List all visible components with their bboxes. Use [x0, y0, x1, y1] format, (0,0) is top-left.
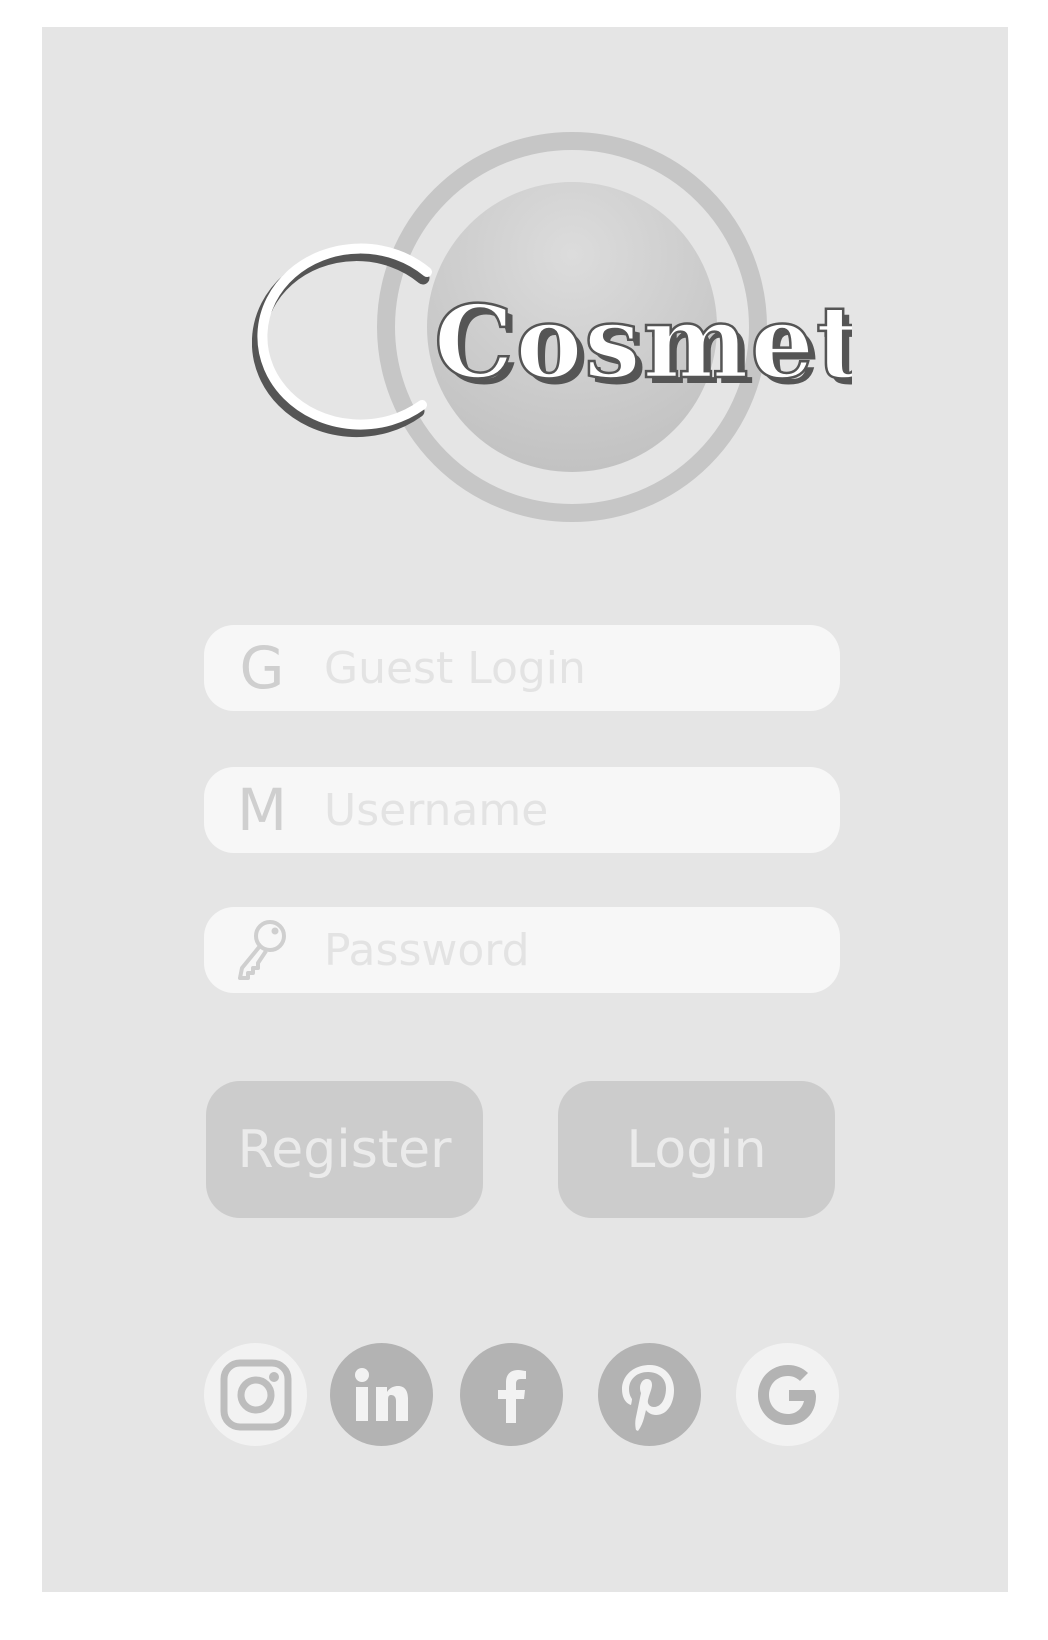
password-field[interactable] [204, 907, 840, 993]
facebook-button[interactable] [460, 1343, 563, 1446]
guest-login-field[interactable]: G [204, 625, 840, 711]
login-button[interactable]: Login [558, 1081, 835, 1218]
pinterest-icon [621, 1364, 674, 1431]
guest-login-input[interactable] [324, 625, 814, 711]
instagram-button[interactable] [204, 1343, 307, 1446]
instagram-icon [220, 1359, 291, 1430]
facebook-icon [497, 1369, 526, 1423]
logo-text: Cosmet [434, 283, 852, 401]
username-input[interactable] [324, 767, 814, 853]
google-button[interactable] [736, 1343, 839, 1446]
user-icon: M [236, 776, 288, 844]
pinterest-button[interactable] [598, 1343, 701, 1446]
linkedin-icon [354, 1367, 408, 1421]
guest-icon: G [239, 634, 285, 702]
register-button[interactable]: Register [206, 1081, 483, 1218]
logo-graphic: Cosmet Cosmet [252, 132, 852, 522]
username-field[interactable]: M [204, 767, 840, 853]
password-input[interactable] [324, 907, 814, 993]
brand-logo: Cosmet Cosmet [252, 87, 852, 547]
linkedin-button[interactable] [330, 1343, 433, 1446]
google-icon [757, 1364, 816, 1425]
key-icon [234, 907, 290, 993]
login-panel: Cosmet Cosmet G M Register Login [42, 27, 1008, 1592]
key-icon-graphic [238, 920, 286, 980]
